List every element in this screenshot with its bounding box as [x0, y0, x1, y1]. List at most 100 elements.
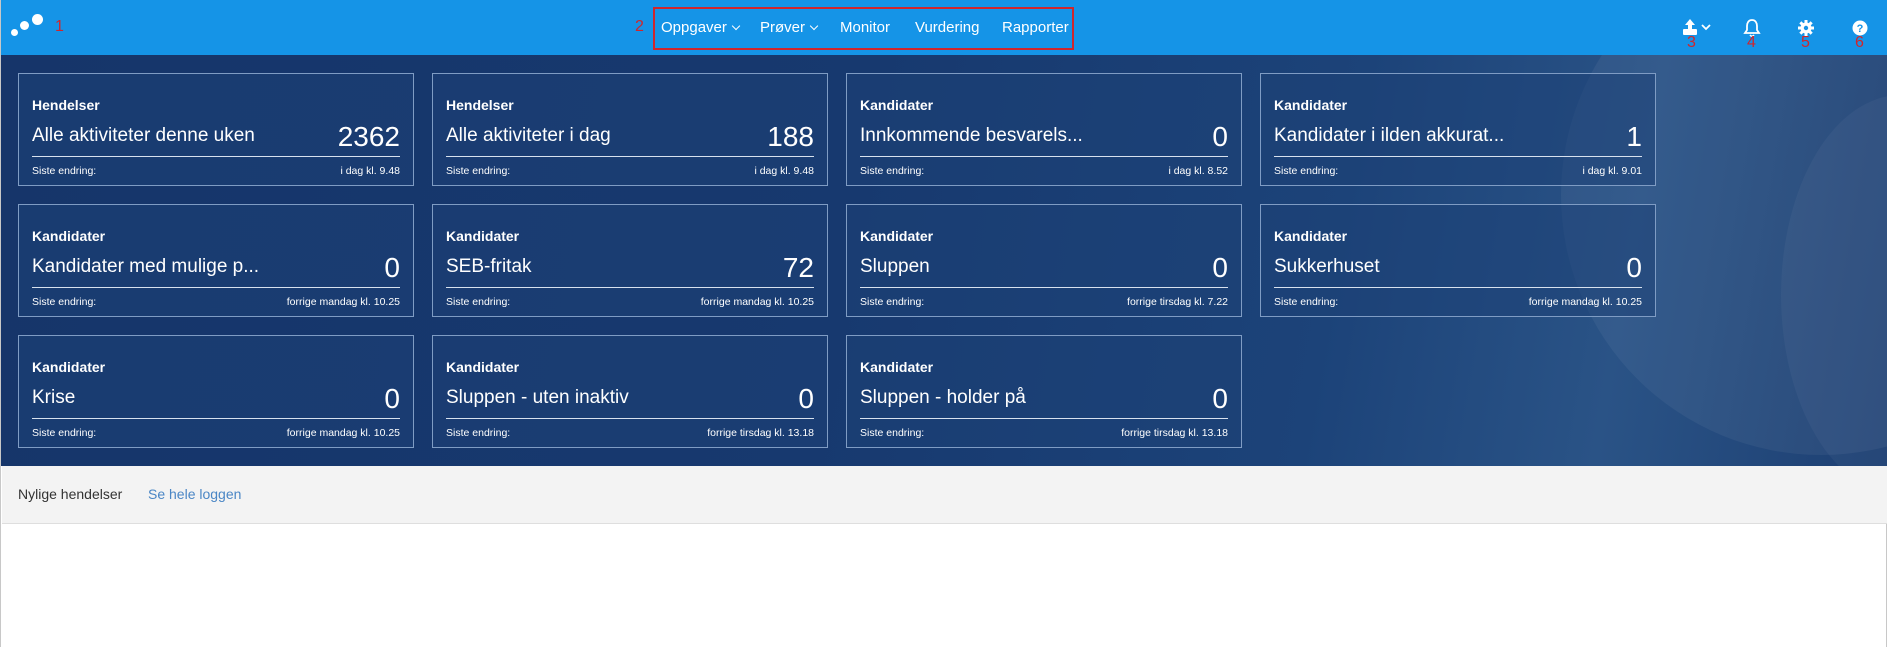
card-title: Krise — [32, 387, 76, 408]
nav-oppgaver-label: Oppgaver — [661, 19, 727, 36]
card-footer-label: Siste endring: — [32, 296, 97, 308]
card-title: Innkommende besvarels... — [860, 125, 1083, 146]
dashboard-card[interactable]: Kandidater Kandidater i ilden akkurat... 1… — [1260, 73, 1656, 186]
card-divider — [32, 287, 400, 288]
card-footer-time: i dag kl. 8.52 — [1168, 165, 1228, 177]
card-footer-label: Siste endring: — [860, 165, 925, 177]
annotation-6: 6 — [1855, 34, 1864, 51]
card-footer-label: Siste endring: — [32, 427, 97, 439]
app-frame: 1 2 Oppgaver Prøver Monitor Vurdering Ra… — [0, 0, 1887, 647]
chevron-down-icon — [809, 21, 819, 30]
dashboard-card[interactable]: Kandidater Sukkerhuset 0 Siste endring: forr… — [1260, 204, 1656, 317]
dashboard-card[interactable]: Hendelser Alle aktiviteter i dag 188 Siste … — [432, 73, 828, 186]
card-divider — [32, 418, 400, 419]
dashboard-card[interactable]: Kandidater Sluppen 0 Siste endring: forrige … — [846, 204, 1242, 317]
card-title: Kandidater med mulige p... — [32, 256, 260, 277]
see-full-log-link[interactable]: Se hele loggen — [148, 486, 241, 502]
card-footer-time: i dag kl. 9.01 — [1582, 165, 1642, 177]
card-category: Kandidater — [860, 228, 934, 244]
card-value: 0 — [384, 383, 400, 414]
recent-events-label: Nylige hendelser — [18, 486, 123, 502]
card-footer-time: i dag kl. 9.48 — [754, 165, 814, 177]
card-title: Alle aktiviteter denne uken — [32, 125, 255, 146]
card-category: Kandidater — [1274, 228, 1348, 244]
card-category: Kandidater — [1274, 97, 1348, 113]
card-footer-label: Siste endring: — [32, 165, 97, 177]
card-footer-label: Siste endring: — [446, 296, 511, 308]
card-footer-label: Siste endring: — [860, 427, 925, 439]
card-footer-time: forrige tirsdag kl. 13.18 — [707, 427, 814, 439]
dashboard-card[interactable]: Kandidater Krise 0 Siste endring: forrige ma… — [18, 335, 414, 448]
dashboard-panel: Hendelser Alle aktiviteter denne uken 2362… — [1, 55, 1887, 466]
card-footer-label: Siste endring: — [446, 165, 511, 177]
nav-oppgaver[interactable]: Oppgaver — [661, 19, 741, 36]
card-category: Hendelser — [32, 97, 100, 113]
annotation-3: 3 — [1687, 34, 1696, 51]
card-footer-time: forrige tirsdag kl. 7.22 — [1127, 296, 1228, 308]
card-title: Sluppen - holder på — [860, 387, 1026, 408]
card-footer-time: forrige mandag kl. 10.25 — [286, 296, 400, 308]
top-navigation-bar: 1 2 Oppgaver Prøver Monitor Vurdering Ra… — [1, 0, 1887, 55]
card-category: Hendelser — [446, 97, 514, 113]
card-title: Alle aktiviteter i dag — [446, 125, 611, 146]
card-category: Kandidater — [860, 97, 934, 113]
dashboard-card[interactable]: Kandidater Innkommende besvarels... 0 Siste… — [846, 73, 1242, 186]
card-divider — [446, 418, 814, 419]
card-divider — [860, 287, 1228, 288]
card-footer-time: forrige mandag kl. 10.25 — [286, 427, 400, 439]
chevron-down-icon — [731, 21, 741, 30]
card-value: 72 — [782, 252, 814, 283]
card-footer-time: forrige mandag kl. 10.25 — [700, 296, 814, 308]
card-divider — [32, 156, 400, 157]
card-footer-label: Siste endring: — [1274, 165, 1339, 177]
card-title: SEB-fritak — [446, 256, 532, 277]
card-category: Kandidater — [32, 359, 106, 375]
card-divider — [1274, 287, 1642, 288]
card-footer-label: Siste endring: — [446, 427, 511, 439]
card-footer-label: Siste endring: — [860, 296, 925, 308]
annotation-1: 1 — [55, 18, 64, 35]
card-value: 0 — [798, 383, 814, 414]
card-title: Kandidater i ilden akkurat... — [1274, 125, 1505, 146]
dashboard-card[interactable]: Kandidater Kandidater med mulige p... 0 Sis… — [18, 204, 414, 317]
card-footer-label: Siste endring: — [1274, 296, 1339, 308]
nav-vurdering[interactable]: Vurdering — [915, 19, 979, 36]
card-divider — [446, 287, 814, 288]
nav-prover[interactable]: Prøver — [760, 19, 819, 36]
card-category: Kandidater — [860, 359, 934, 375]
annotation-2: 2 — [635, 18, 644, 35]
card-value: 0 — [1212, 121, 1228, 152]
card-footer-time: i dag kl. 9.48 — [340, 165, 400, 177]
card-title: Sukkerhuset — [1274, 256, 1380, 277]
card-category: Kandidater — [446, 359, 520, 375]
card-divider — [1274, 156, 1642, 157]
card-divider — [860, 156, 1228, 157]
card-value: 0 — [1212, 383, 1228, 414]
dashboard-card[interactable]: Kandidater Sluppen - uten inaktiv 0 Siste e… — [432, 335, 828, 448]
recent-events-bar: Nylige hendelser Se hele loggen — [2, 466, 1887, 524]
nav-vurdering-label: Vurdering — [915, 19, 980, 36]
card-footer-time: forrige tirsdag kl. 13.18 — [1121, 427, 1228, 439]
dashboard-card[interactable]: Hendelser Alle aktiviteter denne uken 2362… — [18, 73, 414, 186]
card-title: Sluppen - uten inaktiv — [446, 387, 629, 408]
annotation-5: 5 — [1801, 34, 1810, 51]
nav-monitor-label: Monitor — [840, 19, 891, 36]
nav-monitor[interactable]: Monitor — [840, 19, 890, 36]
dashboard-card[interactable]: Kandidater Sluppen - holder på 0 Siste endr… — [846, 335, 1242, 448]
app-logo-icon[interactable] — [11, 14, 47, 40]
card-category: Kandidater — [32, 228, 106, 244]
card-divider — [860, 418, 1228, 419]
card-value: 2362 — [337, 121, 400, 152]
card-footer-time: forrige mandag kl. 10.25 — [1528, 296, 1642, 308]
nav-rapporter-label: Rapporter — [1002, 19, 1069, 36]
card-value: 0 — [1626, 252, 1642, 283]
nav-prover-label: Prøver — [760, 19, 805, 36]
dashboard-card[interactable]: Kandidater SEB-fritak 72 Siste endring: forr… — [432, 204, 828, 317]
annotation-4: 4 — [1747, 34, 1756, 51]
card-value: 0 — [384, 252, 400, 283]
card-title: Sluppen — [860, 256, 930, 277]
card-value: 188 — [767, 121, 814, 152]
nav-rapporter[interactable]: Rapporter — [1002, 19, 1069, 36]
card-category: Kandidater — [446, 228, 520, 244]
card-value: 0 — [1212, 252, 1228, 283]
